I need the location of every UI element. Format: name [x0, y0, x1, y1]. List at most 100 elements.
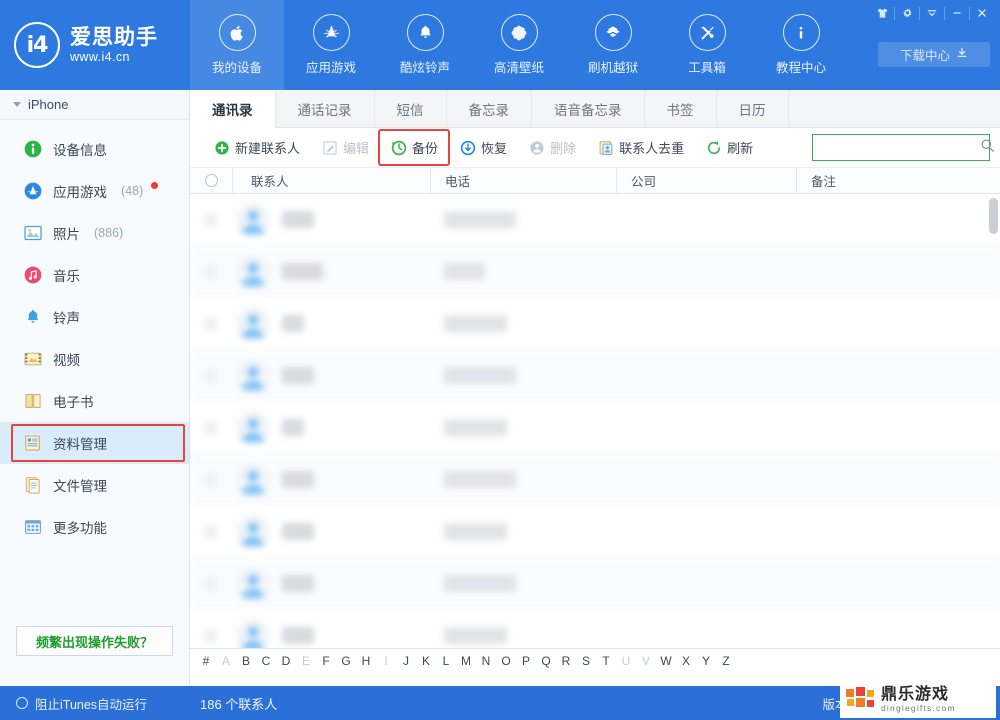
- row-checkbox[interactable]: [190, 576, 232, 591]
- alpha-index-J[interactable]: J: [396, 654, 416, 668]
- photo-icon: [22, 223, 43, 244]
- toolbar-button-6[interactable]: 联系人去重: [588, 134, 693, 161]
- toolbar-button-4[interactable]: 恢复: [450, 134, 516, 161]
- search-icon[interactable]: [980, 138, 995, 158]
- table-row[interactable]: ██████ ████: [190, 350, 1000, 402]
- nav-item-4[interactable]: 高清壁纸: [472, 0, 566, 90]
- download-center-button[interactable]: 下载中心: [878, 42, 990, 67]
- alpha-index-H[interactable]: H: [356, 654, 376, 668]
- nav-item-7[interactable]: 教程中心: [754, 0, 848, 90]
- nav-item-5[interactable]: 刷机越狱: [566, 0, 660, 90]
- column-header-phone[interactable]: 电话: [430, 167, 616, 194]
- tab-7[interactable]: 日历: [717, 90, 789, 127]
- app-header: i4 爱思助手 www.i4.cn 我的设备 应用游戏 酷炫铃声 高清壁纸 刷机越狱 工具…: [0, 0, 1000, 90]
- nav-item-1[interactable]: 我的设备: [190, 0, 284, 90]
- tab-3[interactable]: 短信: [375, 90, 447, 127]
- table-row[interactable]: ██████ ████: [190, 558, 1000, 610]
- alpha-index-T[interactable]: T: [596, 654, 616, 668]
- sidebar-item-label: 资料管理: [53, 437, 107, 452]
- download-center-label: 下载中心: [899, 49, 950, 63]
- close-icon[interactable]: [970, 2, 994, 24]
- table-row[interactable]: ██████ ████: [190, 454, 1000, 506]
- alpha-index-#[interactable]: #: [196, 654, 216, 668]
- row-checkbox[interactable]: [190, 628, 232, 643]
- help-button[interactable]: 频繁出现操作失败？: [16, 626, 173, 656]
- tab-1[interactable]: 通讯录: [190, 90, 276, 128]
- alpha-index-R[interactable]: R: [556, 654, 576, 668]
- toolbar-button-7[interactable]: 刷新: [696, 134, 762, 161]
- sidebar-item-10[interactable]: 更多功能: [0, 506, 189, 548]
- nav-item-2[interactable]: 应用游戏: [284, 0, 378, 90]
- search-box[interactable]: [812, 134, 994, 161]
- alpha-index-A[interactable]: A: [216, 654, 236, 668]
- sidebar-item-6[interactable]: 视频: [0, 338, 189, 380]
- toolbar-button-1[interactable]: 新建联系人: [204, 134, 309, 161]
- row-checkbox[interactable]: [190, 316, 232, 331]
- minimize-icon[interactable]: [945, 2, 969, 24]
- alpha-index-Q[interactable]: Q: [536, 654, 556, 668]
- row-checkbox[interactable]: [190, 420, 232, 435]
- sidebar-item-9[interactable]: 文件管理: [0, 464, 189, 506]
- alpha-index-V[interactable]: V: [636, 654, 656, 668]
- sidebar-item-3[interactable]: 照片 (886): [0, 212, 189, 254]
- alpha-index-U[interactable]: U: [616, 654, 636, 668]
- table-row[interactable]: ██████ ████: [190, 194, 1000, 246]
- nav-item-6[interactable]: 工具箱: [660, 0, 754, 90]
- sidebar-item-4[interactable]: 音乐: [0, 254, 189, 296]
- table-row[interactable]: █████ ███: [190, 298, 1000, 350]
- sidebar-item-2[interactable]: 应用游戏 (48): [0, 170, 189, 212]
- tab-6[interactable]: 书签: [645, 90, 717, 127]
- cell-phone: ███ ████: [430, 211, 616, 228]
- nav-item-3[interactable]: 酷炫铃声: [378, 0, 472, 90]
- table-row[interactable]: ██████ ███: [190, 506, 1000, 558]
- alpha-index-P[interactable]: P: [516, 654, 536, 668]
- alpha-index-Z[interactable]: Z: [716, 654, 736, 668]
- tab-4[interactable]: 备忘录: [447, 90, 532, 127]
- table-row[interactable]: ██████ ███: [190, 610, 1000, 648]
- alpha-index-X[interactable]: X: [676, 654, 696, 668]
- search-input[interactable]: [819, 140, 980, 155]
- alpha-index-N[interactable]: N: [476, 654, 496, 668]
- alpha-index-M[interactable]: M: [456, 654, 476, 668]
- alpha-index-L[interactable]: L: [436, 654, 456, 668]
- sidebar-item-8[interactable]: 资料管理: [0, 422, 189, 464]
- menu-chevron-icon[interactable]: [920, 2, 944, 24]
- alpha-index-G[interactable]: G: [336, 654, 356, 668]
- row-checkbox[interactable]: [190, 212, 232, 227]
- alpha-index-E[interactable]: E: [296, 654, 316, 668]
- sidebar-item-1[interactable]: 设备信息: [0, 128, 189, 170]
- table-row[interactable]: █████ ███: [190, 402, 1000, 454]
- alpha-index-O[interactable]: O: [496, 654, 516, 668]
- alpha-index-W[interactable]: W: [656, 654, 676, 668]
- settings-gear-icon[interactable]: [895, 2, 919, 24]
- tab-2[interactable]: 通话记录: [276, 90, 375, 127]
- tab-5[interactable]: 语音备忘录: [532, 90, 645, 127]
- scrollbar-thumb[interactable]: [989, 198, 998, 234]
- column-header-company[interactable]: 公司: [616, 167, 796, 194]
- column-header-name[interactable]: 联系人: [232, 167, 430, 194]
- alpha-index-Y[interactable]: Y: [696, 654, 716, 668]
- row-checkbox[interactable]: [190, 264, 232, 279]
- alpha-index-I[interactable]: I: [376, 654, 396, 668]
- alpha-index-F[interactable]: F: [316, 654, 336, 668]
- device-selector[interactable]: iPhone: [0, 90, 189, 120]
- row-checkbox[interactable]: [190, 368, 232, 383]
- row-checkbox[interactable]: [190, 472, 232, 487]
- avatar: [236, 254, 270, 289]
- alpha-index-D[interactable]: D: [276, 654, 296, 668]
- toolbar-button-3[interactable]: 备份: [378, 129, 451, 166]
- alpha-index-C[interactable]: C: [256, 654, 276, 668]
- itunes-block-toggle[interactable]: 阻止iTunes自动运行: [16, 686, 147, 720]
- skin-icon[interactable]: [870, 2, 894, 24]
- nav-item-label: 酷炫铃声: [399, 61, 450, 75]
- column-header-note[interactable]: 备注: [796, 167, 986, 194]
- select-all-checkbox[interactable]: [190, 168, 232, 194]
- row-checkbox[interactable]: [190, 524, 232, 539]
- vertical-scrollbar[interactable]: [989, 198, 998, 644]
- alpha-index-B[interactable]: B: [236, 654, 256, 668]
- alpha-index-S[interactable]: S: [576, 654, 596, 668]
- alpha-index-K[interactable]: K: [416, 654, 436, 668]
- sidebar-item-7[interactable]: 电子书: [0, 380, 189, 422]
- table-row[interactable]: ████████: [190, 246, 1000, 298]
- sidebar-item-5[interactable]: 铃声: [0, 296, 189, 338]
